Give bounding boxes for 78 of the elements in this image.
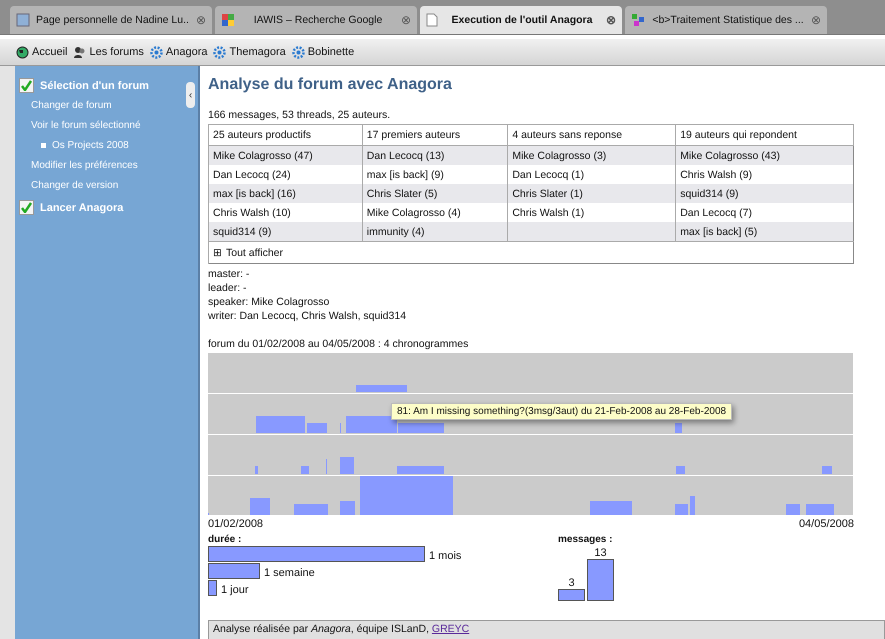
tab-title: <b>Traitement Statistique des ... (651, 14, 805, 26)
footer-text: Analyse réalisée par Anagora, équipe ISLanD, (213, 623, 430, 635)
bookmark-link[interactable]: Anagora (150, 46, 208, 58)
table-cell: Dan Lecocq (13) (362, 146, 508, 165)
close-button[interactable]: ⊗ (811, 13, 821, 27)
table-cell: Dan Lecocq (7) (676, 203, 854, 222)
gear-icon (292, 46, 305, 58)
table-cell: max [is back] (5) (676, 222, 854, 242)
chronogram-title: forum du 01/02/2008 au 04/05/2008 : 4 chronogrammes (208, 337, 470, 351)
check-icon (21, 80, 32, 91)
close-button[interactable]: ⊗ (606, 13, 616, 27)
role-text: master: - (208, 267, 250, 281)
summary-text: 166 messages, 53 threads, 25 auteurs. (208, 108, 392, 122)
table-cell: immunity (4) (362, 222, 508, 242)
table-cell: Mike Colagrosso (43) (676, 146, 854, 165)
table-cell: max [is back] (16) (208, 184, 362, 203)
role-text: speaker: Mike Colagrosso (208, 295, 330, 309)
check-icon (21, 202, 32, 213)
bullet-icon (41, 142, 46, 148)
close-button[interactable]: ⊗ (196, 13, 206, 27)
table-cell: Dan Lecocq (1) (508, 165, 676, 184)
browser-tab[interactable]: IAWIS – Recherche Google ⊗ (215, 6, 417, 34)
table-cell: Chris Walsh (9) (676, 165, 854, 184)
table-cell: Chris Walsh (1) (508, 203, 676, 222)
message-count: 13 (594, 547, 607, 559)
bookmark-link[interactable]: Les forums (73, 46, 144, 58)
browser-tab[interactable]: Page personnelle de Nadine Lu... ⊗ (10, 6, 212, 34)
table-cell: Chris Slater (5) (362, 184, 508, 203)
column-header: 25 auteurs productifs (208, 124, 362, 146)
bookmark-link[interactable]: Accueil (16, 46, 68, 58)
checkbox[interactable] (19, 200, 34, 215)
table-cell: squid314 (9) (676, 184, 854, 203)
close-button[interactable]: ⊗ (401, 13, 411, 27)
tab-title: Execution de l'outil Anagora (450, 14, 594, 26)
tooltip: 81: Am I missing something?(3msg/3aut) du 21-Feb-2008 au 28-Feb-2008 (391, 403, 732, 420)
table-cell: Mike Colagrosso (3) (508, 146, 676, 165)
column-header: 4 auteurs sans reponse (508, 124, 676, 146)
page-title: Analyse du forum avec Anagora (208, 76, 453, 94)
message-bar (558, 589, 585, 601)
legend-title: durée : (208, 534, 242, 545)
collapse-button[interactable]: ‹ (186, 82, 195, 108)
message-bar (587, 559, 614, 601)
role-text: leader: - (208, 281, 248, 295)
browser-tab[interactable]: Execution de l'outil Anagora ⊗ (420, 6, 622, 34)
duration-label: 1 semaine (264, 567, 315, 579)
end-date: 04/05/2008 (798, 518, 854, 530)
start-date: 01/02/2008 (208, 518, 264, 530)
colored-squares-icon (221, 13, 235, 27)
table-cell: max [is back] (9) (362, 165, 508, 184)
tab-title: IAWIS – Recherche Google (252, 14, 384, 26)
checkbox[interactable] (19, 78, 34, 93)
duration-label: 1 mois (429, 550, 462, 562)
table-cell: Chris Walsh (10) (208, 203, 362, 222)
people-icon (73, 46, 86, 58)
globe-icon (16, 46, 29, 58)
bookmark-link[interactable]: Themagora (213, 46, 286, 58)
column-header: 19 auteurs qui repondent (676, 124, 854, 146)
show-all-link[interactable]: ⊞ Tout afficher (213, 246, 849, 259)
blank-page-icon (426, 13, 438, 27)
role-text: writer: Dan Lecocq, Chris Walsh, squid314 (208, 309, 408, 323)
table-cell: Mike Colagrosso (4) (362, 203, 508, 222)
legend-title: messages : (558, 534, 614, 545)
table-cell: Mike Colagrosso (47) (208, 146, 362, 165)
page-icon (16, 13, 30, 27)
table-cell: Chris Slater (1) (508, 184, 676, 203)
browser-tab[interactable]: <b>Traitement Statistique des ... ⊗ (625, 6, 827, 34)
bookmark-link[interactable]: Bobinette (292, 46, 354, 58)
gear-icon (150, 46, 163, 58)
table-cell: Dan Lecocq (24) (208, 165, 362, 184)
column-header: 17 premiers auteurs (362, 124, 508, 146)
gear-icon (213, 46, 226, 58)
table-cell: squid314 (9) (208, 222, 362, 242)
tab-title: Page personnelle de Nadine Lu... (36, 14, 190, 26)
duration-label: 1 jour (221, 584, 249, 596)
grid-icon (631, 13, 645, 27)
expand-icon: ⊞ (213, 246, 222, 259)
message-count: 3 (568, 577, 575, 589)
greyc-link[interactable]: GREYC (432, 623, 470, 635)
